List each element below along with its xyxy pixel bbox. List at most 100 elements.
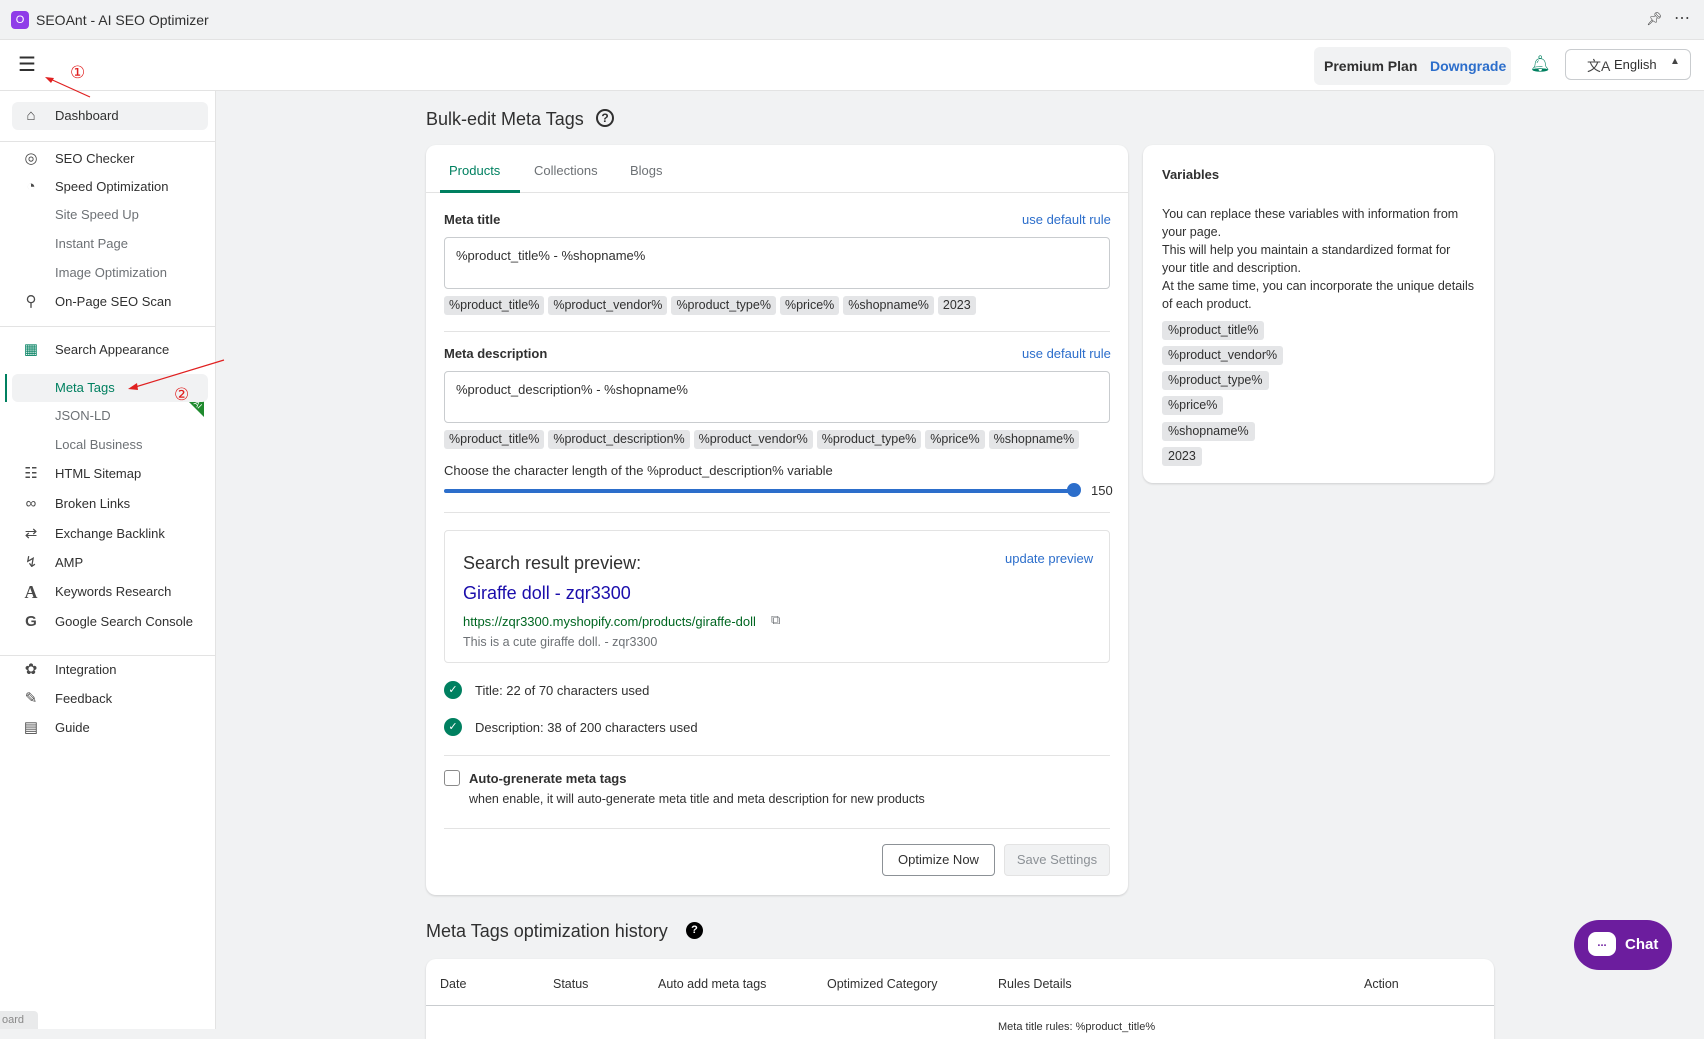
- help-icon[interactable]: ?: [596, 109, 614, 127]
- variables-line: At the same time, you can incorporate th…: [1162, 279, 1474, 311]
- sidebar-item-on-page-seo-scan[interactable]: ⚲ On-Page SEO Scan: [12, 288, 208, 316]
- sidebar-item-site-speed-up[interactable]: Site Speed Up: [12, 201, 208, 229]
- variable-chip[interactable]: %product_type%: [816, 430, 922, 449]
- variable-chip[interactable]: %price%: [1162, 396, 1224, 415]
- description-count: Description: 38 of 200 characters used: [475, 720, 698, 735]
- variable-chip[interactable]: 2023: [937, 296, 976, 315]
- sidebar-item-json-ld[interactable]: JSON-LD: [12, 402, 208, 430]
- sidebar-item-label: Dashboard: [55, 108, 119, 123]
- length-slider-track[interactable]: [444, 489, 1074, 493]
- auto-generate-title: Auto-grenerate meta tags: [469, 771, 627, 786]
- help-icon[interactable]: ?: [686, 922, 703, 939]
- guide-icon: ▤: [23, 719, 39, 736]
- divider: [0, 326, 216, 327]
- grid-icon: ▦: [23, 341, 39, 358]
- page-title: Bulk-edit Meta Tags: [426, 109, 584, 129]
- window-titlebar: O SEOAnt - AI SEO Optimizer 📌︎ ⋯: [0, 0, 1704, 40]
- sidebar-item-html-sitemap[interactable]: ☷ HTML Sitemap: [12, 460, 208, 488]
- variable-chip[interactable]: %product_vendor%: [1162, 346, 1284, 365]
- sidebar-item-label: Exchange Backlink: [55, 526, 165, 541]
- bell-icon[interactable]: 🔔︎: [1530, 54, 1550, 74]
- variable-chip[interactable]: %shopname%: [843, 296, 934, 315]
- search-icon: ⚲: [25, 293, 37, 310]
- sidebar-item-search-appearance[interactable]: ▦ Search Appearance: [12, 336, 208, 364]
- variable-chip[interactable]: %product_vendor%: [693, 430, 813, 449]
- plan-label: Premium Plan: [1324, 58, 1418, 74]
- column-header: Rules Details: [998, 977, 1072, 991]
- column-header: Auto add meta tags: [658, 977, 767, 991]
- copy-icon[interactable]: ⧉: [771, 612, 780, 628]
- column-header: Status: [553, 977, 589, 991]
- downgrade-link[interactable]: Downgrade: [1430, 58, 1506, 74]
- sidebar-item-broken-links[interactable]: ∞ Broken Links: [12, 490, 208, 518]
- board-tag: oard: [0, 1011, 38, 1029]
- variable-chip[interactable]: %price%: [925, 430, 985, 449]
- variable-chip[interactable]: %price%: [779, 296, 840, 315]
- variable-chip[interactable]: %shopname%: [988, 430, 1080, 449]
- app-header: ☰ Premium Plan Downgrade 🔔︎ 文A English ▲: [0, 40, 1704, 91]
- meta-title-input[interactable]: %product_title% - %shopname%: [444, 237, 1110, 289]
- sidebar-item-exchange-backlink[interactable]: ⇄ Exchange Backlink: [12, 520, 208, 548]
- chat-label: Chat: [1625, 936, 1659, 953]
- sidebar-item-keywords-research[interactable]: A Keywords Research: [12, 578, 208, 606]
- auto-generate-desc: when enable, it will auto-generate meta …: [469, 792, 925, 806]
- sidebar-item-meta-tags[interactable]: Meta Tags: [12, 374, 208, 402]
- auto-generate-checkbox[interactable]: [444, 770, 460, 786]
- preview-title: Giraffe doll - zqr3300: [463, 583, 631, 603]
- variable-chip[interactable]: %product_type%: [671, 296, 776, 315]
- sidebar-item-label: Site Speed Up: [55, 207, 139, 222]
- sidebar-item-instant-page[interactable]: Instant Page: [12, 230, 208, 258]
- chat-button[interactable]: ... Chat: [1574, 920, 1672, 970]
- sidebar-item-google-search-console[interactable]: G Google Search Console: [12, 608, 208, 636]
- variable-chip[interactable]: %product_title%: [444, 430, 545, 449]
- variable-chip[interactable]: 2023: [1162, 447, 1202, 466]
- tab-blogs[interactable]: Blogs: [630, 163, 663, 178]
- tab-products[interactable]: Products: [449, 163, 500, 178]
- meta-description-label: Meta description: [444, 346, 548, 361]
- selected-indicator: [5, 374, 7, 402]
- variable-chip[interactable]: %product_title%: [444, 296, 545, 315]
- sidebar-item-local-business[interactable]: Local Business: [12, 431, 208, 459]
- tab-bar: Products Collections Blogs: [426, 145, 1128, 193]
- history-table: Date Status Auto add meta tags Optimized…: [426, 959, 1494, 1039]
- variable-chip[interactable]: %shopname%: [1162, 422, 1255, 441]
- home-icon: ⌂: [26, 107, 36, 124]
- sidebar-item-image-optimization[interactable]: Image Optimization: [12, 259, 208, 287]
- sidebar-item-guide[interactable]: ▤ Guide: [12, 714, 208, 742]
- sidebar-item-label: Search Appearance: [55, 342, 170, 357]
- optimize-now-button[interactable]: Optimize Now: [882, 844, 995, 876]
- sidebar-item-label: Speed Optimization: [55, 179, 169, 194]
- update-preview-link[interactable]: update preview: [1005, 551, 1093, 566]
- sidebar-item-seo-checker[interactable]: ◎ SEO Checker: [12, 145, 208, 173]
- pin-icon[interactable]: 📌︎: [1646, 11, 1663, 27]
- language-select[interactable]: 文A English ▲: [1565, 49, 1691, 80]
- translate-icon: 文A: [1587, 58, 1611, 74]
- sidebar-item-label: SEO Checker: [55, 151, 135, 166]
- meta-description-input[interactable]: %product_description% - %shopname%: [444, 371, 1110, 423]
- meta-description-default-link[interactable]: use default rule: [1022, 346, 1111, 361]
- column-header: Action: [1364, 977, 1399, 991]
- variables-title: Variables: [1162, 167, 1220, 182]
- variable-chip[interactable]: %product_description%: [548, 430, 690, 449]
- variables-line: You can replace these variables with inf…: [1162, 207, 1459, 239]
- sidebar-item-label: JSON-LD: [55, 408, 111, 423]
- check-circle-icon: ✓: [444, 681, 462, 699]
- sidebar-item-label: AMP: [55, 555, 84, 570]
- tab-collections[interactable]: Collections: [534, 163, 598, 178]
- google-icon: G: [25, 613, 37, 630]
- save-settings-button[interactable]: Save Settings: [1004, 844, 1110, 876]
- sidebar-item-dashboard[interactable]: ⌂ Dashboard: [12, 102, 208, 130]
- menu-collapse-icon[interactable]: ☰: [18, 55, 40, 75]
- sidebar-item-feedback[interactable]: ✎ Feedback: [12, 685, 208, 713]
- variable-chip[interactable]: %product_title%: [1162, 321, 1265, 340]
- sidebar-item-speed-optimization[interactable]: ◔ Speed Optimization: [12, 173, 208, 201]
- preview-url: https://zqr3300.myshopify.com/products/g…: [463, 614, 756, 629]
- history-title: Meta Tags optimization history: [426, 921, 668, 941]
- meta-title-default-link[interactable]: use default rule: [1022, 212, 1111, 227]
- variable-chip[interactable]: %product_type%: [1162, 371, 1269, 390]
- variable-chip[interactable]: %product_vendor%: [548, 296, 668, 315]
- sidebar-item-integration[interactable]: ✿ Integration: [12, 656, 208, 684]
- sidebar-item-amp[interactable]: ↯ AMP: [12, 549, 208, 577]
- more-icon[interactable]: ⋯: [1674, 8, 1691, 28]
- length-slider-handle[interactable]: [1067, 483, 1081, 497]
